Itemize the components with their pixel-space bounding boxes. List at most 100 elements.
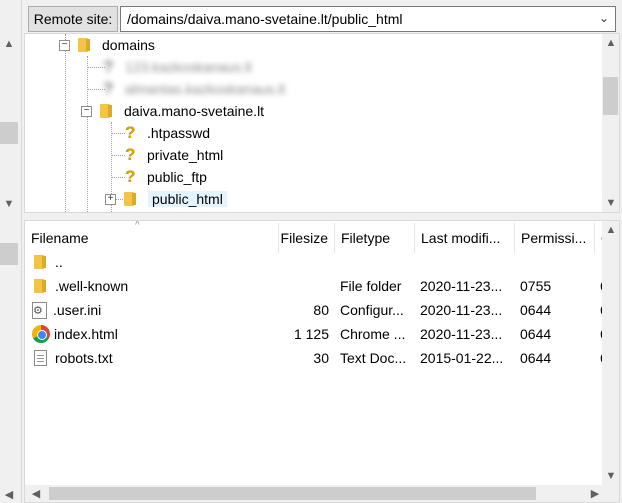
local-list-scrollbar-thumb[interactable]: [0, 243, 18, 265]
file-type: File folder: [340, 278, 402, 294]
file-list-horizontal-scrollbar[interactable]: ◀ ▶: [25, 485, 604, 502]
file-modified: 2015-01-22...: [420, 350, 504, 366]
scroll-left-arrow-icon[interactable]: ◀: [1, 488, 17, 502]
tree-guide-line: [87, 56, 88, 212]
unknown-icon: ?: [125, 123, 136, 142]
scroll-up-arrow-icon[interactable]: ▲: [603, 223, 619, 237]
tree-item-label: 123.kazkoskanaus.lt: [125, 59, 252, 75]
folder-icon: [124, 192, 136, 206]
file-permissions: 0644: [520, 326, 552, 342]
file-type: Chrome ...: [340, 326, 406, 342]
file-modified: 2020-11-23...: [420, 326, 503, 342]
file-permissions: 0644: [520, 350, 552, 366]
config-file-icon: [32, 301, 47, 319]
file-modified: 2020-11-23...: [420, 302, 503, 318]
tree-item-htpasswd[interactable]: ? .htpasswd: [125, 122, 210, 144]
file-name: .user.ini: [53, 302, 102, 318]
unknown-icon: ?: [103, 57, 114, 76]
folder-icon: [78, 38, 90, 52]
column-header-filesize[interactable]: Filesize: [279, 223, 335, 253]
scrollbar-corner: [602, 485, 619, 502]
tree-guide-line: [65, 34, 66, 212]
chevron-down-icon[interactable]: ⌄: [599, 11, 609, 25]
file-name: .well-known: [55, 278, 129, 294]
tree-item-blurred[interactable]: ? almantas.kazkoskanaus.lt: [103, 78, 285, 100]
column-header-label: Permissi...: [521, 230, 587, 246]
tree-item-domains[interactable]: − domains: [59, 34, 155, 56]
file-size: 30: [313, 350, 329, 366]
file-size: 1 125: [293, 326, 329, 342]
tree-guide-line: [111, 177, 125, 178]
file-list-vertical-scrollbar[interactable]: ▲ ▼: [602, 221, 619, 485]
tree-guide-line: [111, 133, 125, 134]
file-row-parent[interactable]: ..: [25, 250, 619, 274]
tree-item-public-ftp[interactable]: ? public_ftp: [125, 166, 207, 188]
tree-item-blurred[interactable]: ? 123.kazkoskanaus.lt: [103, 56, 252, 78]
tree-item-daiva[interactable]: − daiva.mano-svetaine.lt: [81, 100, 264, 122]
collapse-icon[interactable]: −: [59, 39, 70, 51]
remote-file-list[interactable]: ^ Filename Filesize Filetype Last modifi…: [24, 220, 620, 503]
sort-ascending-icon: ^: [135, 220, 140, 231]
column-header-filename[interactable]: ^ Filename: [25, 220, 279, 253]
column-header-permissions[interactable]: Permissi...: [515, 223, 595, 253]
unknown-icon: ?: [125, 145, 136, 164]
file-name: index.html: [54, 326, 118, 342]
local-tree-scrollbar-thumb[interactable]: [0, 122, 18, 144]
file-modified: 2020-11-23...: [420, 278, 503, 294]
file-name: robots.txt: [55, 350, 113, 366]
folder-icon: [100, 104, 112, 118]
scroll-down-arrow-icon[interactable]: ▼: [603, 196, 619, 210]
scroll-down-arrow-icon[interactable]: ▼: [603, 469, 619, 483]
column-header-label: Filetype: [341, 230, 391, 246]
remote-directory-tree[interactable]: − domains ? 123.kazkoskanaus.lt ? almant…: [24, 33, 620, 213]
unknown-icon: ?: [125, 167, 136, 186]
tree-item-label: daiva.mano-svetaine.lt: [124, 103, 265, 119]
collapse-icon[interactable]: −: [81, 105, 92, 117]
scrollbar-thumb[interactable]: [603, 77, 618, 115]
file-size: [279, 274, 329, 298]
scrollbar-thumb[interactable]: [49, 487, 536, 500]
tree-item-label: almantas.kazkoskanaus.lt: [125, 81, 286, 97]
scroll-up-arrow-icon[interactable]: ▲: [1, 37, 17, 51]
unknown-icon: ?: [105, 209, 119, 212]
tree-guide-line: [111, 155, 125, 156]
tree-item-private-html[interactable]: ? private_html: [125, 144, 223, 166]
file-row-index-html[interactable]: index.html 1 125 Chrome ... 2020-11-23..…: [25, 322, 619, 346]
scroll-left-arrow-icon[interactable]: ◀: [28, 487, 44, 501]
file-type: Configur...: [340, 302, 404, 318]
remote-path-value[interactable]: /domains/daiva.mano-svetaine.lt/public_h…: [127, 11, 402, 27]
folder-icon: [34, 279, 46, 293]
tree-item-label: private_html: [147, 147, 224, 163]
file-permissions: 0755: [520, 278, 552, 294]
file-row-robots-txt[interactable]: robots.txt 30 Text Doc... 2015-01-22... …: [25, 346, 619, 370]
scroll-down-arrow-icon[interactable]: ▼: [1, 197, 17, 211]
remote-site-label: Remote site:: [28, 6, 118, 32]
file-size: 80: [313, 302, 329, 318]
tree-vertical-scrollbar[interactable]: ▲ ▼: [602, 34, 619, 212]
local-pane-edge: ▲ ▼ ◀: [0, 0, 22, 503]
column-header-filetype[interactable]: Filetype: [335, 223, 415, 253]
folder-icon: [34, 255, 46, 269]
tree-item-public-html[interactable]: + public_html: [105, 188, 227, 210]
remote-site-bar: Remote site: /domains/daiva.mano-svetain…: [24, 4, 620, 32]
tree-item-label: public_html: [148, 191, 227, 207]
tree-item-partial[interactable]: ?: [105, 208, 127, 212]
file-row-user-ini[interactable]: .user.ini 80 Configur... 2020-11-23... 0…: [25, 298, 619, 322]
tree-item-label: .htpasswd: [147, 125, 211, 141]
tree-item-label: domains: [102, 37, 155, 53]
chrome-icon: [32, 325, 50, 343]
file-permissions: 0644: [520, 302, 552, 318]
text-file-icon: [34, 350, 47, 366]
unknown-icon: ?: [103, 79, 114, 98]
remote-path-combobox[interactable]: /domains/daiva.mano-svetaine.lt/public_h…: [120, 6, 616, 32]
tree-item-label: public_ftp: [147, 169, 207, 185]
column-header-label: Filesize: [280, 230, 328, 246]
scroll-up-arrow-icon[interactable]: ▲: [603, 36, 619, 50]
column-header-last-modified[interactable]: Last modifi...: [415, 223, 515, 253]
file-name: ..: [55, 254, 63, 270]
file-type: Text Doc...: [340, 350, 407, 366]
file-row-well-known[interactable]: .well-known File folder 2020-11-23... 07…: [25, 274, 619, 298]
column-header-label: Last modifi...: [421, 230, 501, 246]
expand-icon[interactable]: +: [105, 193, 116, 205]
scroll-right-arrow-icon[interactable]: ▶: [587, 487, 603, 501]
